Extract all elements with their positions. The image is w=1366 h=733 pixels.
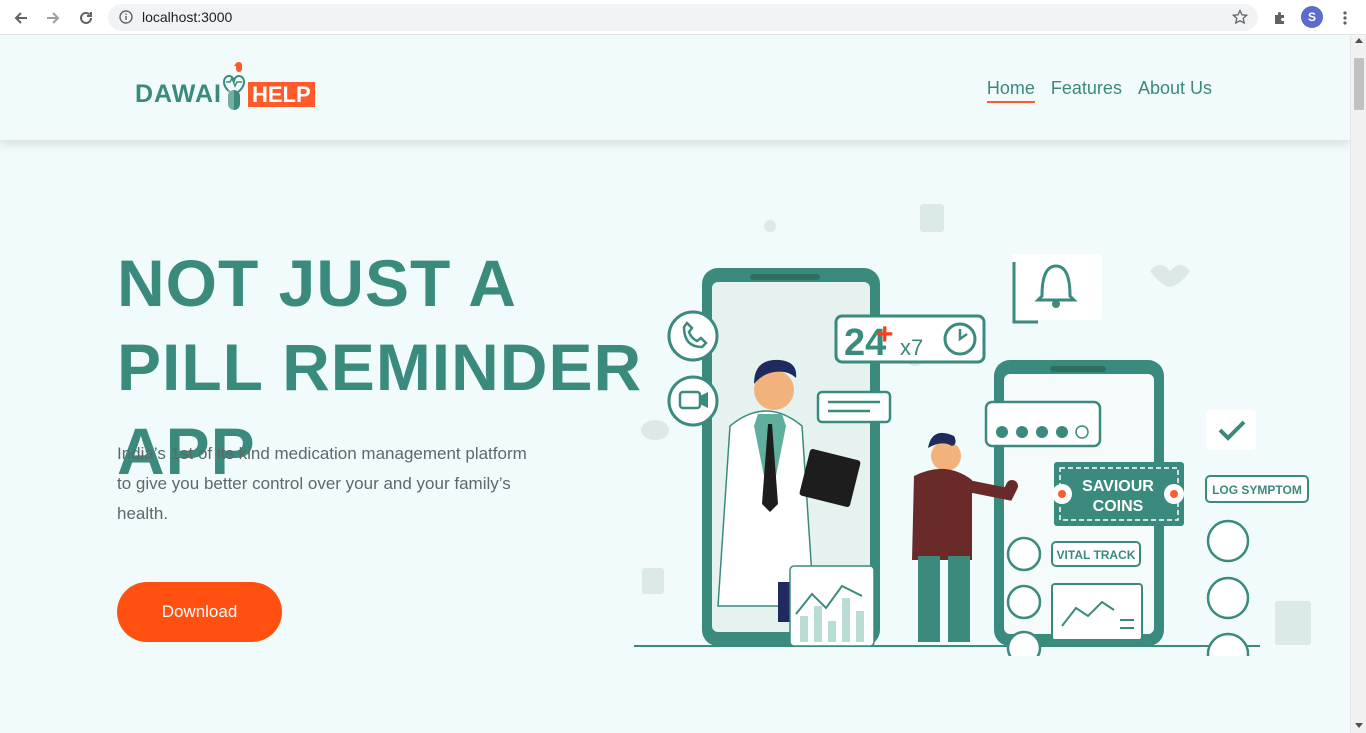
address-bar[interactable]: localhost:3000 [108, 4, 1258, 31]
leg-symptom-icon [1206, 632, 1250, 656]
pill-bottle-icon [1006, 584, 1042, 620]
svg-text:LOG SYMPTOM: LOG SYMPTOM [1212, 483, 1302, 497]
main-nav: Home Features About Us [986, 78, 1212, 103]
bookmark-star-icon[interactable] [1231, 8, 1249, 30]
browser-toolbar: localhost:3000 S [0, 0, 1366, 35]
saviour-coins-badge: SAVIOUR COINS [1052, 462, 1184, 526]
chat-bubble [816, 390, 892, 424]
logo-text-dawai: DAWAI [135, 80, 222, 108]
info-icon[interactable] [119, 10, 133, 29]
reload-icon[interactable] [74, 6, 98, 30]
round-the-clock-badge: 24 + x7 [834, 314, 986, 364]
log-symptom-label: LOG SYMPTOM [1205, 475, 1309, 503]
logo-text-help: HELP [247, 81, 315, 107]
thermometer-icon [1006, 630, 1042, 656]
chart-card [789, 565, 875, 647]
scrollbar-thumb[interactable] [1354, 58, 1364, 110]
phone-call-icon [667, 310, 719, 362]
forward-arrow-icon[interactable] [41, 6, 65, 30]
back-arrow-icon[interactable] [9, 6, 33, 30]
vital-track-label: VITAL TRACK [1051, 541, 1141, 567]
download-button[interactable]: Download [117, 582, 282, 642]
dawai-help-logo[interactable]: DAWAI HELP [135, 56, 315, 112]
page-content: DAWAI HELP Home Features About Us NOT JU… [0, 36, 1350, 733]
hero-illustration: 24 + x7 SAVIOUR COINS VITAL TRACK LOG SY… [634, 204, 1311, 656]
vitals-graph-card [1051, 583, 1143, 641]
nav-link-home[interactable]: Home [986, 78, 1035, 103]
dumbbell-icon [1006, 536, 1042, 572]
scroll-down-arrow-icon[interactable] [1355, 723, 1363, 728]
svg-text:VITAL TRACK: VITAL TRACK [1057, 548, 1136, 562]
check-message-card [1206, 410, 1256, 450]
stomach-symptom-icon [1206, 576, 1250, 620]
hair-symptom-icon [1206, 519, 1250, 563]
extensions-puzzle-icon[interactable] [1268, 6, 1292, 30]
counter-mult: x7 [900, 335, 923, 360]
pill-schedule-bubble [984, 400, 1102, 448]
nav-link-features[interactable]: Features [1051, 78, 1122, 103]
profile-avatar[interactable]: S [1301, 6, 1323, 28]
logo-pill-heart-icon [222, 60, 246, 112]
url-text: localhost:3000 [142, 9, 233, 25]
hero-description: India’s 1st of its kind medication manag… [117, 444, 527, 523]
svg-text:SAVIOUR: SAVIOUR [1082, 478, 1154, 495]
notification-bell-card [1012, 254, 1102, 324]
svg-text:+: + [876, 318, 894, 351]
more-menu-icon[interactable] [1333, 6, 1357, 30]
nav-link-about-us[interactable]: About Us [1138, 78, 1212, 103]
vertical-scrollbar[interactable] [1350, 36, 1366, 733]
scroll-up-arrow-icon[interactable] [1355, 38, 1363, 43]
video-call-icon [667, 375, 719, 427]
site-header: DAWAI HELP Home Features About Us [0, 36, 1350, 140]
svg-text:COINS: COINS [1093, 498, 1144, 515]
